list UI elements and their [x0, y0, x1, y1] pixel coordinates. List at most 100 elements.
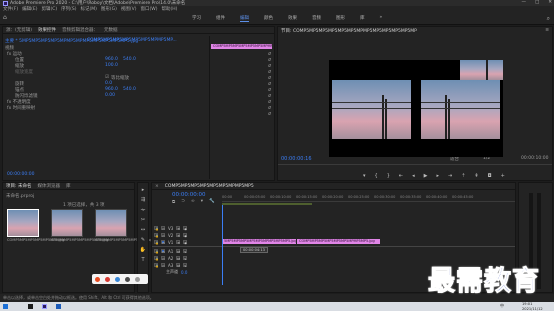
lock-icon[interactable]: 🔒 [154, 233, 159, 238]
eye-icon[interactable]: ◉ [183, 226, 188, 231]
track-target-button[interactable]: ▭ [161, 233, 165, 238]
workspace-editing[interactable]: 编辑 [240, 15, 249, 22]
play-icon[interactable]: ▶ [424, 173, 428, 179]
tab-metadata[interactable]: 元数据 [104, 27, 118, 33]
extract-icon[interactable]: ⇞ [474, 173, 478, 179]
home-icon[interactable]: ⌂ [3, 15, 9, 21]
maximize-button[interactable]: □ [535, 0, 539, 5]
go-to-out-icon[interactable]: ⇥ [448, 173, 452, 179]
mute-button[interactable]: M [176, 263, 181, 268]
reset-icons[interactable]: ↺ ↺ ↺ ↺ ↺ ↺ ↺ ↺ ↺ ↺ ↺ [268, 51, 271, 117]
add-marker-icon[interactable]: ▾ [363, 173, 366, 179]
playhead[interactable] [222, 205, 223, 285]
ripple-edit-tool-icon[interactable]: ⟛ [141, 207, 146, 213]
project-item-thumb[interactable] [95, 209, 127, 237]
snap-icon[interactable]: ⊃ [181, 199, 185, 205]
tab-project[interactable]: 项目: 未命名 [6, 183, 31, 189]
workspace-learn[interactable]: 学习 [192, 15, 201, 22]
eye-icon[interactable]: ◉ [183, 240, 188, 245]
tab-source[interactable]: 源：(无剪辑) [6, 27, 32, 33]
mute-button[interactable]: M [176, 249, 181, 254]
windows-start-icon[interactable] [3, 304, 8, 309]
solo-button[interactable]: S [183, 263, 188, 268]
tab-media-browser[interactable]: 媒体浏览器 [37, 183, 60, 189]
close-button[interactable]: ✕ [548, 0, 552, 5]
program-timeline-ruler[interactable] [278, 164, 552, 168]
workspace-graphics[interactable]: 图形 [336, 15, 345, 22]
eye-icon[interactable]: ◉ [183, 233, 188, 238]
sync-lock-icon[interactable]: ⟲ [176, 226, 181, 231]
search-icon[interactable]: ⌕ [547, 15, 550, 23]
prop-anchor-x[interactable]: 960.0 [105, 87, 118, 92]
lock-icon[interactable]: 🔒 [154, 256, 159, 261]
project-item-thumb[interactable] [51, 209, 83, 237]
export-frame-icon[interactable]: ◘ [488, 173, 492, 179]
mark-in-icon[interactable]: { [375, 173, 378, 179]
go-to-in-icon[interactable]: ⇤ [399, 173, 403, 179]
app-icon[interactable] [95, 276, 100, 282]
app-icon[interactable] [105, 276, 110, 282]
app-icon[interactable] [135, 276, 140, 282]
mute-button[interactable]: M [176, 256, 181, 261]
step-forward-icon[interactable]: ▸ [436, 173, 439, 179]
selection-tool-icon[interactable]: ▸ [142, 187, 145, 193]
prop-uniform-scale-checkbox[interactable]: ☑ [105, 75, 109, 80]
workspace-audio[interactable]: 音频 [312, 15, 321, 22]
lock-icon[interactable]: 🔒 [154, 263, 159, 268]
workspace-color[interactable]: 颜色 [264, 15, 273, 22]
program-timecode[interactable]: 00:00:00:16 [281, 156, 312, 162]
track-target-button[interactable]: ▭ [161, 263, 165, 268]
fx-time-remap[interactable]: fx 时间重映射 [7, 105, 35, 111]
add-marker-icon[interactable]: ▾ [201, 199, 203, 205]
prop-rotation-value[interactable]: 0.0 [105, 81, 112, 86]
word-taskbar-icon[interactable] [56, 304, 61, 309]
tab-libraries[interactable]: 库 [66, 183, 71, 189]
prop-position-x[interactable]: 960.0 [105, 57, 118, 62]
workspace-assembly[interactable]: 组件 [216, 15, 225, 22]
slip-tool-icon[interactable]: ↔ [141, 227, 145, 233]
sequence-label[interactable]: COMP5MP5MP5MP5MP5MP5MPMP5MP... [87, 38, 177, 43]
sync-lock-icon[interactable]: ⟲ [176, 240, 181, 245]
timeline-clip[interactable]: COMP5MP5MP5MP5MP5MP5MPMP5MP5.jpg [297, 239, 380, 244]
prop-anchor-y[interactable]: 540.0 [123, 87, 136, 92]
type-tool-icon[interactable]: T [141, 257, 144, 263]
fx-opacity[interactable]: fx 不透明度 [7, 99, 31, 105]
app-icon[interactable] [115, 276, 120, 282]
fx-motion[interactable]: fx 运动 [7, 51, 22, 57]
sync-lock-icon[interactable]: ⟲ [176, 233, 181, 238]
panel-menu-icon[interactable]: ≡ [545, 28, 549, 33]
track-select-tool-icon[interactable]: ⇶ [141, 197, 145, 203]
prop-antiflicker-value[interactable]: 0.00 [105, 93, 115, 98]
work-area-bar[interactable] [222, 203, 312, 205]
step-back-icon[interactable]: ◂ [412, 173, 415, 179]
tab-effect-controls[interactable]: 效果控件 [38, 27, 56, 33]
timeline-clip[interactable]: 5MP5MP5MP5MP5MP5MPMP5MP5MP5.jpg [222, 239, 296, 244]
button-editor-icon[interactable]: + [501, 173, 505, 179]
wrench-icon[interactable]: 🔧 [209, 199, 215, 205]
project-item-thumb[interactable] [7, 209, 39, 237]
hand-tool-icon[interactable]: ✋ [140, 247, 146, 253]
ime-indicator[interactable]: 中 [500, 303, 504, 309]
nest-icon[interactable]: ⧉ [172, 199, 175, 205]
solo-button[interactable]: S [183, 256, 188, 261]
minimize-button[interactable]: — [521, 0, 526, 5]
close-sequence-icon[interactable]: × [155, 184, 159, 189]
effect-clip-bar[interactable]: COMP5MP5MP5MP5MP5MP5MPMP5MP5.jpg [211, 44, 272, 49]
track-target-button[interactable]: ▭ [161, 226, 165, 231]
lock-icon[interactable]: 🔒 [154, 240, 159, 245]
effect-timecode[interactable]: 00:00:00:00 [7, 172, 34, 177]
track-target-button[interactable]: ▭ [161, 240, 165, 245]
tab-sequence[interactable]: COMP5MP5MP5MP5MP5MP5MPMP5MP5 [165, 184, 254, 189]
workspace-more[interactable]: » [380, 15, 383, 22]
prop-scale-value[interactable]: 100.0 [105, 63, 118, 68]
lock-icon[interactable]: 🔒 [154, 226, 159, 231]
timeline-timecode[interactable]: 00:00:00:00 [172, 192, 206, 198]
lock-icon[interactable]: 🔒 [154, 249, 159, 254]
clock[interactable]: 19:01 2021/11/12 [522, 302, 543, 311]
prop-position-y[interactable]: 540.0 [123, 57, 136, 62]
master-volume[interactable]: 0.0 [181, 270, 187, 275]
tab-audio-mixer[interactable]: 音频剪辑混合器： [62, 27, 98, 33]
timeline-ruler[interactable]: 00:00 00:00:05:00 00:00:10:00 00:00:15:0… [222, 193, 515, 202]
program-monitor-title[interactable]: 节目: COMP5MP5MP5MP5MP5MP5MPMP5MP5MP5MP5MP… [281, 28, 417, 34]
pen-tool-icon[interactable]: ✎ [141, 237, 145, 243]
